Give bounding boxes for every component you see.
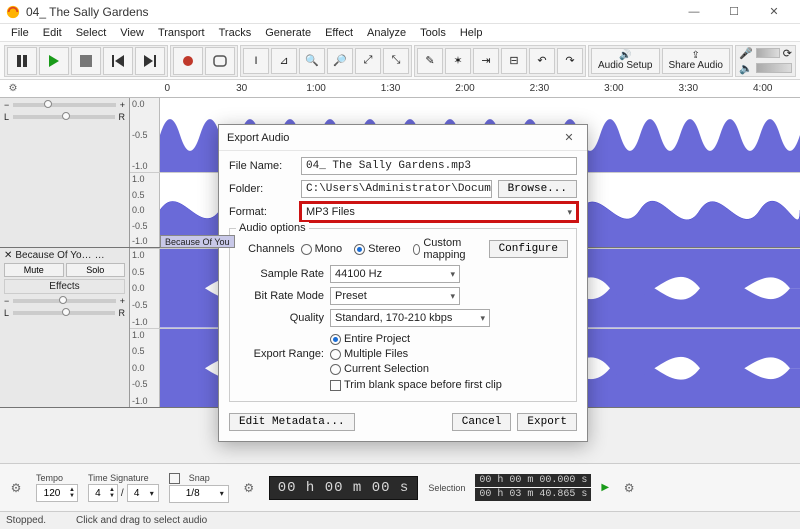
configure-button[interactable]: Configure bbox=[489, 240, 568, 258]
chevron-down-icon: ▾ bbox=[567, 207, 572, 218]
cancel-button[interactable]: Cancel bbox=[452, 413, 512, 431]
range-current-radio[interactable]: Current Selection bbox=[330, 363, 429, 375]
export-button[interactable]: Export bbox=[517, 413, 577, 431]
dialog-title: Export Audio bbox=[227, 132, 559, 144]
folder-label: Folder: bbox=[229, 183, 295, 195]
chevron-down-icon: ▾ bbox=[480, 313, 485, 324]
sample-rate-label: Sample Rate bbox=[238, 268, 324, 280]
trim-blank-checkbox[interactable]: Trim blank space before first clip bbox=[330, 379, 502, 391]
filename-input[interactable]: 04_ The Sally Gardens.mp3 bbox=[301, 157, 577, 175]
quality-label: Quality bbox=[238, 312, 324, 324]
filename-label: File Name: bbox=[229, 160, 295, 172]
chevron-down-icon: ▾ bbox=[450, 269, 455, 280]
dialog-title-bar[interactable]: Export Audio ✕ bbox=[219, 125, 587, 151]
chevron-down-icon: ▾ bbox=[450, 291, 455, 302]
format-label: Format: bbox=[229, 206, 295, 218]
modal-overlay: Export Audio ✕ File Name: 04_ The Sally … bbox=[0, 0, 800, 529]
export-audio-dialog: Export Audio ✕ File Name: 04_ The Sally … bbox=[218, 124, 588, 442]
audio-options-group: Audio options Channels Mono Stereo Custo… bbox=[229, 228, 577, 402]
format-combo[interactable]: MP3 Files ▾ bbox=[301, 203, 577, 221]
export-range-label: Export Range: bbox=[238, 348, 324, 360]
format-value: MP3 Files bbox=[306, 206, 355, 218]
clip-label[interactable]: Because Of You bbox=[160, 235, 235, 248]
sample-rate-combo[interactable]: 44100 Hz▾ bbox=[330, 265, 460, 283]
bitrate-mode-label: Bit Rate Mode bbox=[238, 290, 324, 302]
channels-label: Channels bbox=[238, 243, 295, 255]
folder-input[interactable]: C:\Users\Administrator\Documents\Audacit… bbox=[301, 180, 492, 198]
quality-combo[interactable]: Standard, 170-210 kbps▾ bbox=[330, 309, 490, 327]
dialog-close-button[interactable]: ✕ bbox=[559, 131, 579, 144]
range-multiple-radio[interactable]: Multiple Files bbox=[330, 348, 429, 360]
audio-options-legend: Audio options bbox=[236, 222, 309, 234]
channels-stereo-radio[interactable]: Stereo bbox=[354, 243, 400, 255]
channels-mono-radio[interactable]: Mono bbox=[301, 243, 343, 255]
channels-custom-radio[interactable]: Custom mapping bbox=[413, 237, 477, 261]
bitrate-mode-combo[interactable]: Preset▾ bbox=[330, 287, 460, 305]
browse-button[interactable]: Browse... bbox=[498, 180, 577, 198]
edit-metadata-button[interactable]: Edit Metadata... bbox=[229, 413, 355, 431]
range-entire-radio[interactable]: Entire Project bbox=[330, 333, 429, 345]
